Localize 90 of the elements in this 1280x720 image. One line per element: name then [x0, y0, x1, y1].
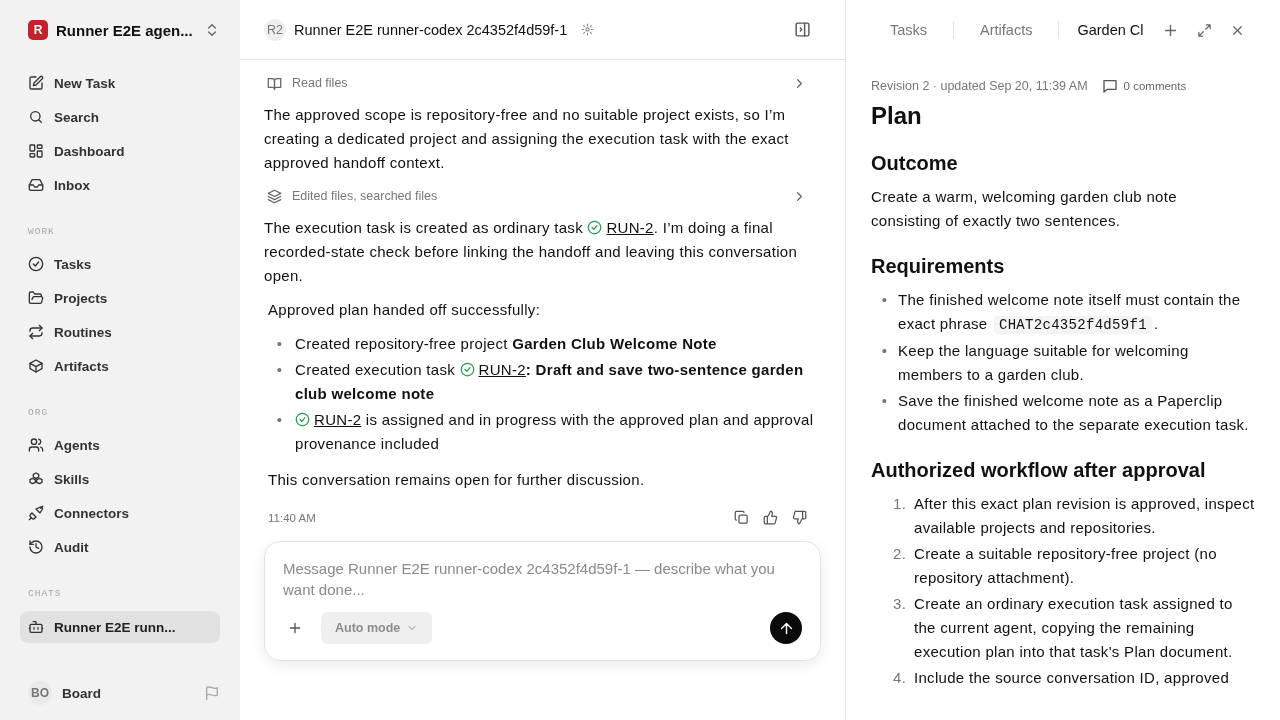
conversation-title: Runner E2E runner-codex 2c4352f4d59f-1: [294, 21, 568, 38]
sidebar-item[interactable]: Dashboard: [20, 134, 220, 168]
users-icon: [28, 437, 44, 453]
list-number: 4.: [893, 668, 907, 688]
list-item: The finished welcome note itself must contain the exact phrase CHAT2c4352f4d59f1 .: [898, 290, 1242, 336]
sidebar-item[interactable]: New Task: [20, 66, 220, 100]
task-link[interactable]: RUN-2: [459, 361, 526, 378]
sidebar-item[interactable]: Inbox: [20, 168, 220, 202]
user-avatar[interactable]: BO: [28, 681, 52, 705]
folder-icon: [28, 290, 44, 306]
panel-tab[interactable]: Tasks: [846, 21, 954, 39]
sidebar-item[interactable]: Connectors: [20, 496, 220, 530]
layers-icon: [267, 188, 282, 204]
sidebar-item[interactable]: Artifacts: [20, 349, 220, 383]
list-item: Create a suitable repository-free project (no repository attachment).: [914, 544, 1218, 588]
bullet: •: [275, 360, 284, 380]
sidebar-item[interactable]: Tasks: [20, 247, 220, 281]
list-item: Include the source conversation ID, approved: [914, 668, 1230, 688]
search-icon: [28, 109, 44, 125]
comments-link[interactable]: 0 comments: [1123, 80, 1187, 92]
copy-icon[interactable]: [734, 510, 749, 525]
list-number: 3.: [893, 594, 907, 614]
section-heading: Outcome: [871, 152, 959, 175]
sidebar-item[interactable]: Projects: [20, 281, 220, 315]
task-link[interactable]: RUN-2: [295, 411, 362, 428]
check-circle-icon: [459, 362, 475, 377]
check-circle-icon: [587, 220, 603, 235]
plus-icon: [287, 620, 303, 636]
plug-icon: [28, 505, 44, 521]
comment-icon: [1101, 78, 1118, 94]
code-snippet: CHAT2c4352f4d59f1: [993, 316, 1152, 334]
section-heading: Requirements: [871, 255, 1006, 278]
settings-icon[interactable]: [581, 23, 595, 36]
check-circle-icon: [295, 412, 310, 427]
dashboard-icon: [28, 143, 44, 159]
history-icon: [28, 539, 44, 555]
task-link[interactable]: RUN-2: [587, 219, 654, 236]
bullet: •: [880, 290, 889, 310]
activity-row[interactable]: Edited files, searched files: [264, 185, 807, 207]
cubes-icon: [28, 471, 44, 487]
section-text: Create a warm, welcoming garden club note consisting of exactly two sentences.: [871, 187, 1178, 231]
list-item: Save the finished welcome note as a Paperclip document attached to the separate execution task.: [898, 391, 1250, 435]
robot-icon: [28, 619, 44, 635]
bullet: •: [880, 391, 889, 411]
chat-item[interactable]: Runner E2E runn...: [20, 611, 220, 643]
repeat-icon: [28, 324, 44, 340]
inbox-icon: [28, 177, 44, 193]
message-text: Approved plan handed off successfully:: [267, 300, 542, 320]
message-text: This conversation remains open for further discussion.: [267, 470, 646, 490]
section-label: WORK: [27, 226, 56, 237]
bullet: •: [275, 410, 284, 430]
message-timestamp: 11:40 AM: [268, 511, 317, 524]
book-icon: [267, 75, 282, 91]
section-label: CHATS: [27, 588, 63, 599]
message-text: The approved scope is repository-free and no suitable project exists, so I’m creating a dedicated project and assigning the execution task with the exact approved handoff context.: [264, 105, 790, 173]
sidebar-item[interactable]: Agents: [20, 428, 220, 462]
agent-avatar: R2: [264, 18, 286, 41]
package-icon: [28, 358, 44, 374]
section-heading: Authorized workflow after approval: [871, 459, 1207, 482]
sidebar-item[interactable]: Search: [20, 100, 220, 134]
sidebar-item[interactable]: Routines: [20, 315, 220, 349]
message-text: The execution task is created as ordinary task RUN-2. I’m doing a final recorded-state check before linking the handoff and leaving this conversation open.: [264, 218, 799, 286]
sidebar-item[interactable]: Audit: [20, 530, 220, 564]
send-button[interactable]: [770, 612, 802, 644]
list-item: Created repository-free project Garden Club Welcome Note: [295, 334, 717, 354]
list-number: 2.: [893, 544, 907, 564]
user-name[interactable]: Board: [62, 685, 194, 701]
list-item: RUN-2 is assigned and in progress with the approved plan and approval provenance included: [295, 410, 815, 454]
panel-tab[interactable]: Garden Cl: [1058, 21, 1144, 39]
panel-toggle-icon[interactable]: [794, 21, 811, 38]
list-item: After this exact plan revision is approved, inspect available projects and repositories.: [914, 494, 1256, 538]
bullet: •: [275, 334, 284, 354]
workspace-name[interactable]: Runner E2E agen...: [56, 21, 196, 39]
bullet: •: [880, 341, 889, 361]
thumbs-down-icon[interactable]: [792, 510, 807, 525]
document-title: Plan: [871, 102, 923, 130]
list-number: 1.: [893, 494, 907, 514]
check-circle-icon: [28, 256, 44, 272]
thumbs-up-icon[interactable]: [763, 510, 778, 525]
section-label: ORG: [27, 407, 50, 418]
message-input[interactable]: Message Runner E2E runner-codex 2c4352f4d59f-1 — describe what you want done...: [283, 558, 802, 602]
expand-icon[interactable]: [1196, 22, 1212, 38]
list-item: Create an ordinary execution task assigned to the current agent, copying the remaining execution plan into that task's Plan document.: [914, 594, 1234, 662]
workspace-logo[interactable]: R: [28, 20, 48, 40]
revision-info: Revision 2 · updated Sep 20, 11:39 AM: [871, 79, 1088, 93]
sidebar-item[interactable]: Skills: [20, 462, 220, 496]
panel-tab[interactable]: Artifacts: [953, 21, 1059, 39]
list-item: Keep the language suitable for welcoming members to a garden club.: [898, 341, 1190, 385]
edit-icon: [28, 75, 44, 91]
activity-row[interactable]: Read files: [264, 72, 807, 94]
